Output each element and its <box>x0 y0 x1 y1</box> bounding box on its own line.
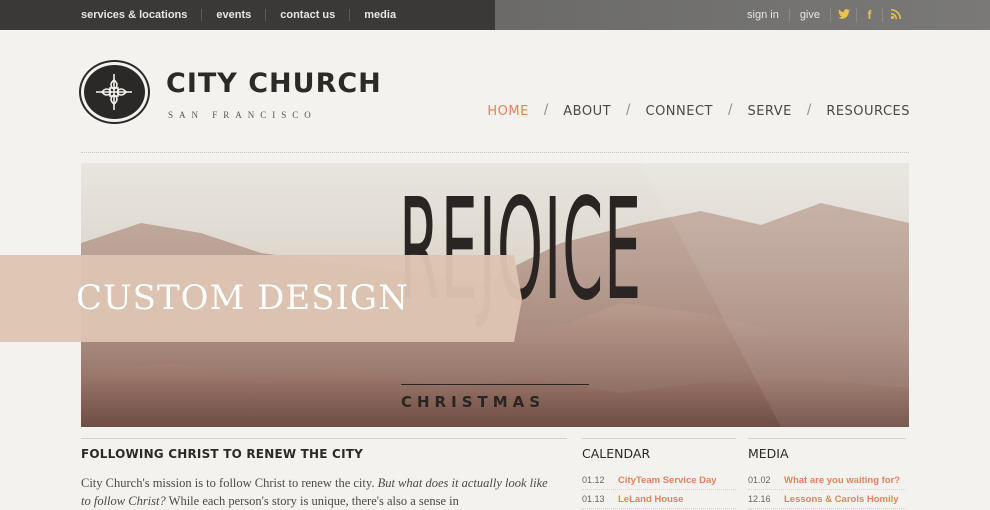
mission-rule <box>81 438 567 439</box>
media-item[interactable]: 01.02 What are you waiting for? <box>748 471 906 490</box>
nav-separator: / <box>626 102 631 119</box>
rss-icon[interactable] <box>882 8 908 22</box>
nav-separator: / <box>543 102 549 119</box>
media-rule <box>748 438 906 439</box>
header-divider <box>81 152 909 153</box>
nav-connect[interactable]: CONNECT <box>646 104 714 119</box>
media-item[interactable]: 12.16 Lessons & Carols Homily <box>748 490 906 509</box>
media-list: 01.02 What are you waiting for? 12.16 Le… <box>748 471 906 509</box>
nav-serve[interactable]: SERVE <box>747 104 791 119</box>
nav-separator: / <box>806 102 812 119</box>
link-contact-us[interactable]: contact us <box>265 9 349 21</box>
link-give[interactable]: give <box>788 9 830 21</box>
hero-rule <box>401 384 589 385</box>
hero-subtitle: CHRISTMAS <box>401 393 546 411</box>
mission-paragraph: City Church's mission is to follow Chris… <box>81 474 556 510</box>
ornament-icon <box>96 74 132 110</box>
nav-separator: / <box>728 102 733 119</box>
calendar-item[interactable]: 01.12 CityTeam Service Day <box>582 471 736 490</box>
link-events[interactable]: events <box>201 9 265 21</box>
calendar-date: 01.13 <box>582 494 605 504</box>
media-date: 01.02 <box>748 475 771 485</box>
media-heading[interactable]: MEDIA <box>748 446 789 461</box>
calendar-rule <box>581 438 736 439</box>
calendar-event-link[interactable]: CityTeam Service Day <box>618 475 717 486</box>
mission-heading: FOLLOWING CHRIST TO RENEW THE CITY <box>81 447 364 461</box>
nav-home[interactable]: HOME <box>487 104 528 119</box>
calendar-event-link[interactable]: LeLand House <box>618 494 683 505</box>
link-services-locations[interactable]: services & locations <box>81 9 201 21</box>
brand-location: SAN FRANCISCO <box>168 110 317 120</box>
twitter-icon[interactable] <box>830 8 856 22</box>
ribbon-label: CUSTOM DESIGN <box>76 278 409 318</box>
account-nav: sign in give f <box>737 0 908 30</box>
media-link[interactable]: What are you waiting for? <box>784 475 900 486</box>
main-nav: HOME / ABOUT / CONNECT / SERVE / RESOURC… <box>487 102 910 120</box>
mission-text-1: City Church's mission is to follow Chris… <box>81 476 378 490</box>
calendar-heading[interactable]: CALENDAR <box>582 446 650 461</box>
link-media[interactable]: media <box>349 9 410 21</box>
media-date: 12.16 <box>748 494 771 504</box>
utility-nav: services & locations events contact us m… <box>81 0 410 30</box>
link-sign-in[interactable]: sign in <box>737 9 789 21</box>
facebook-icon[interactable]: f <box>856 8 882 22</box>
nav-resources[interactable]: RESOURCES <box>826 104 910 119</box>
calendar-item[interactable]: 01.13 LeLand House <box>582 490 736 509</box>
church-logo[interactable] <box>81 62 148 122</box>
calendar-date: 01.12 <box>582 475 605 485</box>
ribbon-fold <box>514 255 522 342</box>
nav-about[interactable]: ABOUT <box>563 104 611 119</box>
calendar-list: 01.12 CityTeam Service Day 01.13 LeLand … <box>582 471 736 509</box>
mission-text-2: While each person's story is unique, the… <box>165 494 459 508</box>
brand-name[interactable]: CITY CHURCH <box>166 68 382 99</box>
media-link[interactable]: Lessons & Carols Homily <box>784 494 899 505</box>
